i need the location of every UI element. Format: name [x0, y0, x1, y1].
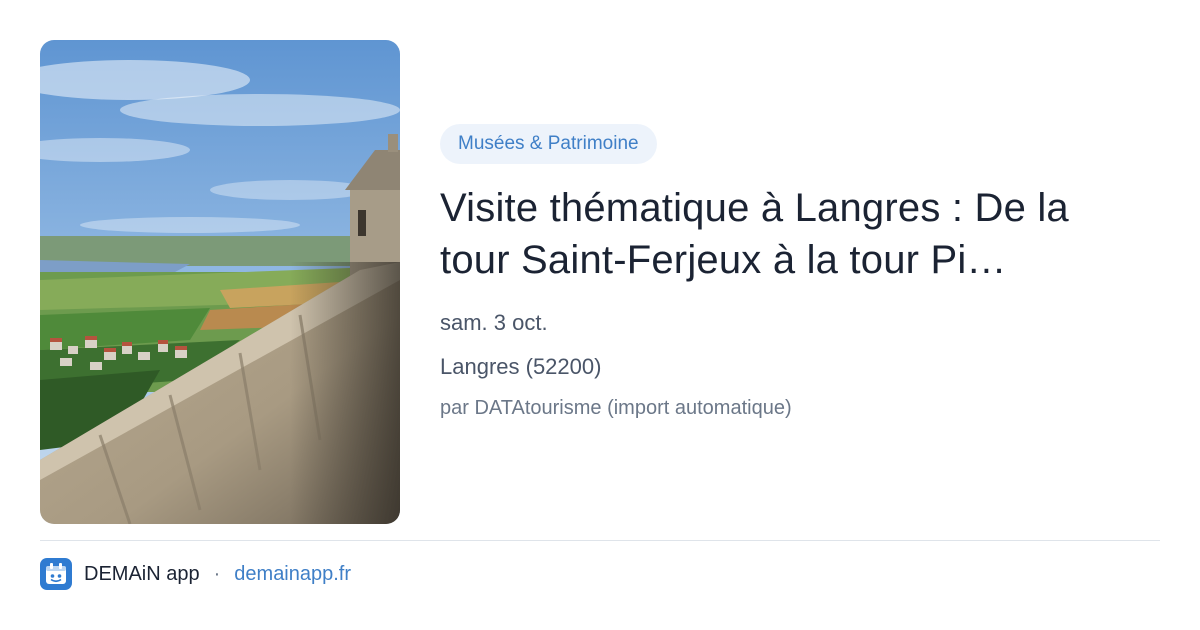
footer-divider — [40, 540, 1160, 541]
event-source: par DATAtourisme (import automatique) — [440, 397, 792, 419]
event-photo[interactable] — [40, 40, 400, 524]
event-photo-illustration — [40, 40, 400, 524]
event-date: sam. 3 oct. — [440, 310, 548, 335]
event-location: Langres (52200) — [440, 354, 602, 379]
footer: DEMAiN app · demainapp.fr — [40, 558, 351, 590]
app-name: DEMAiN app — [84, 562, 200, 585]
calendar-app-icon[interactable] — [40, 558, 72, 590]
event-title-line-1: Visite thématique à Langres : De la — [440, 186, 1069, 230]
event-title[interactable]: Visite thématique à Langres : De la tour… — [440, 182, 1160, 286]
app-website-link[interactable]: demainapp.fr — [234, 563, 351, 586]
category-tag[interactable]: Musées & Patrimoine — [440, 124, 657, 164]
footer-separator: · — [213, 562, 221, 585]
event-details: Musées & Patrimoine Visite thématique à … — [440, 124, 1160, 420]
event-title-line-2: tour Saint-Ferjeux à la tour Pi… — [440, 238, 1007, 282]
